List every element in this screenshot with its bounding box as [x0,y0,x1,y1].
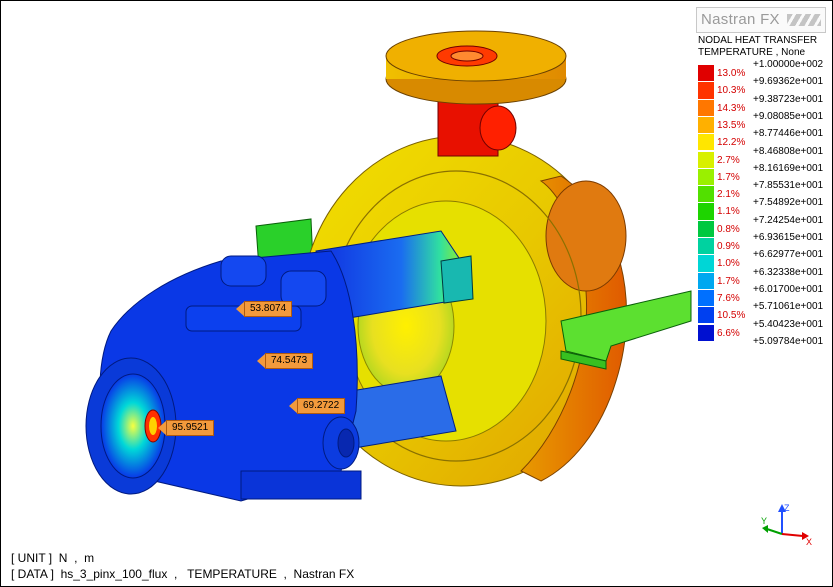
legend-color-cell [698,255,714,273]
legend-color-cell [698,151,714,169]
legend-tick-value: +1.00000e+002 [753,59,824,70]
legend-color-cell [698,238,714,256]
legend-percent: 1.7% [717,275,740,287]
legend-tick-value: +9.69362e+001 [753,76,824,88]
legend-tick-value: +7.85531e+001 [753,180,824,192]
axis-triad-icon: Z Y X [761,503,812,547]
legend-percent: 13.0% [717,68,746,79]
legend-percent: 1.1% [717,206,740,218]
legend-tick-value: +6.62977e+001 [753,249,824,261]
legend-percent: 13.5% [717,119,746,131]
legend-percent: 2.7% [717,154,740,166]
legend-color-cell [698,186,714,204]
legend-tick-value: +6.01700e+001 [753,283,824,295]
legend-tick-value: +9.38723e+001 [753,93,824,105]
legend-color-cell [698,65,714,83]
legend-color-cell [698,307,714,325]
legend-title-line1: NODAL HEAT TRANSFER [698,35,818,46]
legend-title: NODAL HEAT TRANSFER TEMPERATURE , None [698,35,817,59]
legend-percent: 14.3% [717,102,746,114]
axis-z-label: Z [784,503,790,513]
legend-percent: 12.2% [717,137,746,149]
legend-color-cell [698,289,714,308]
legend-percent: 6.6% [717,327,740,339]
legend-color-cell [698,324,714,342]
legend-tick-value: +7.24254e+001 [753,214,824,226]
legend-tick-value: +6.93615e+001 [753,232,824,243]
legend-percent: 1.7% [717,171,740,183]
legend-tick-value: +8.16169e+001 [753,162,824,174]
probe-value: 95.9521 [166,420,215,436]
probe-value: 69.2722 [297,398,346,414]
legend-tick-value: +5.09784e+001 [753,335,824,347]
legend-percent: 10.5% [717,310,746,322]
probe-value: 74.5473 [265,353,314,369]
legend-tick-value: +5.71061e+001 [753,301,824,313]
data-status: [ DATA ] hs_3_pinx_100_flux , TEMPERATUR… [11,567,355,581]
legend-color-cell [698,272,714,290]
legend-percent: 10.3% [717,85,746,97]
unit-status: [ UNIT ] N , m [11,551,95,565]
legend-tick-value: +8.77446e+001 [753,128,824,140]
nastran-fx-logo: Nastran FX [696,7,826,33]
legend-tick-value: +8.46808e+001 [753,145,824,157]
logo-text: Nastran FX [701,11,780,28]
legend-percent: 0.8% [717,223,740,235]
legend-tick-value: +7.54892e+001 [753,197,824,209]
legend-percent: 0.9% [717,241,740,252]
legend-color-cell [698,82,714,100]
axis-x-label: X [806,537,812,547]
legend-tick-value: +5.40423e+001 [753,318,824,330]
legend-color-cell [698,116,714,135]
legend-color-cell [698,99,714,117]
legend-percent: 7.6% [717,292,740,304]
probe-value: 53.8074 [244,301,293,317]
legend-color-cell [698,203,714,221]
legend-percent: 2.1% [717,189,740,201]
graphics-viewport[interactable]: Nastran FX NODAL HEAT TRANSFER TEMPERATU… [0,0,833,587]
axis-y-label: Y [761,516,767,526]
legend-tick-value: +6.32338e+001 [753,266,824,278]
legend-color-cell [698,134,714,152]
legend-color-cell [698,168,714,187]
legend-color-cell [698,220,714,238]
legend-tick-value: +9.08085e+001 [753,110,824,122]
legend-percent: 1.0% [717,258,740,270]
legend-title-line2: TEMPERATURE , None [698,47,806,58]
logo-stripes-icon [787,14,821,26]
